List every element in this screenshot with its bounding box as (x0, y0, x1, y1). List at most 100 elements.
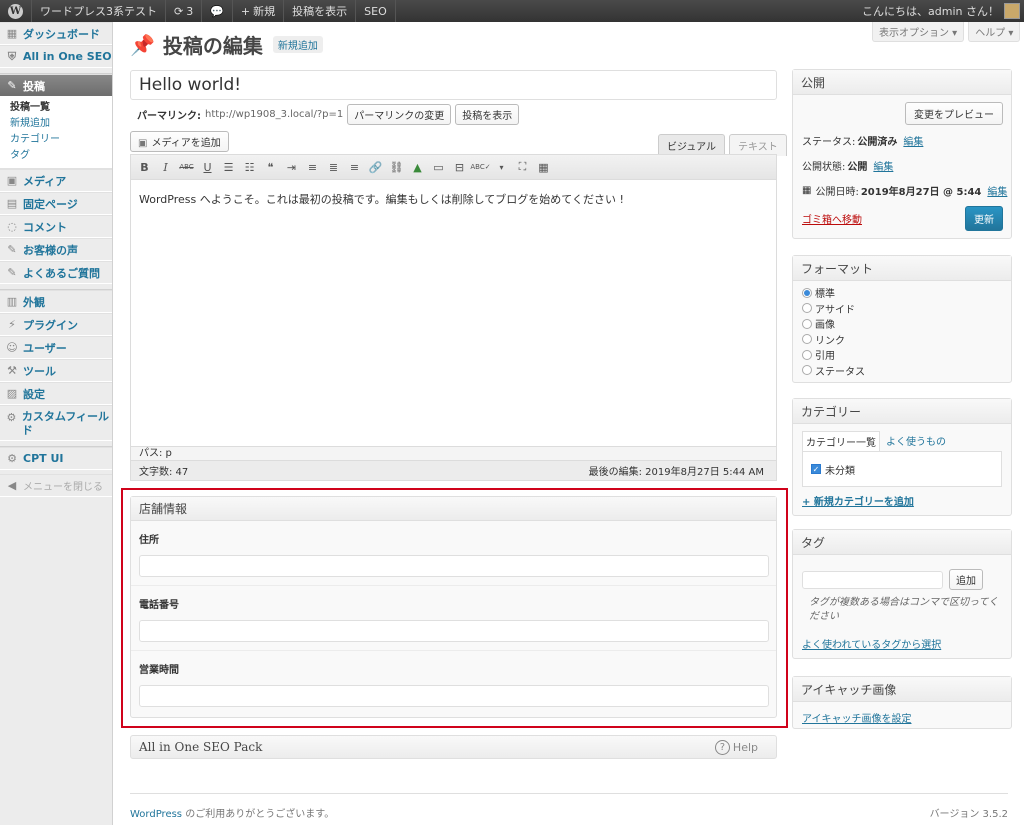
numbered-list-icon[interactable]: ☷ (241, 159, 258, 176)
unlink-icon[interactable]: ⛓ (388, 159, 405, 176)
kitchen-sink-icon[interactable]: ▦ (535, 159, 552, 176)
add-new-post-button[interactable]: 新規追加 (272, 36, 323, 53)
underline-icon[interactable]: U (199, 159, 216, 176)
change-permalink-button[interactable]: パーマリンクの変更 (347, 104, 452, 125)
page-break-icon[interactable]: ⊟ (451, 159, 468, 176)
submenu-tags[interactable]: タグ (10, 148, 112, 164)
format-option-aside[interactable]: アサイド (793, 301, 1011, 317)
post-title-input[interactable]: Hello world! (130, 70, 777, 100)
tags-title[interactable]: タグ (793, 530, 1011, 555)
radio[interactable] (802, 365, 812, 376)
format-option-image[interactable]: 画像 (793, 316, 1011, 332)
align-left-icon[interactable]: ≡ (304, 159, 321, 176)
sidebar-item-testimonials[interactable]: ✎ お客様の声 (0, 238, 112, 261)
collapse-menu-button[interactable]: ◀ メニューを閉じる (0, 474, 112, 497)
wordpress-logo-icon: W (8, 3, 23, 19)
choose-popular-tags-link[interactable]: よく使われているタグから選択 (802, 640, 941, 651)
view-post-button[interactable]: 投稿を表示 (455, 104, 520, 125)
sidebar-item-comments[interactable]: ◌ コメント (0, 215, 112, 238)
sidebar-item-faq[interactable]: ✎ よくあるご質問 (0, 261, 112, 284)
edit-status-link[interactable]: 編集 (903, 133, 923, 148)
tab-all-categories[interactable]: カテゴリー一覧 (802, 431, 880, 451)
sidebar-item-plugins[interactable]: ⚡ プラグイン (0, 313, 112, 336)
spellcheck-icon[interactable]: ABC✓ (470, 159, 490, 176)
add-new-category-link[interactable]: + 新規カテゴリーを追加 (802, 497, 914, 508)
my-account-link[interactable]: こんにちは、admin さん！ (854, 0, 1024, 22)
blockquote-icon[interactable]: ❝ (262, 159, 279, 176)
strikethrough-icon[interactable]: ABC (178, 159, 195, 176)
checkbox-checked[interactable]: ✓ (811, 464, 821, 474)
submenu-categories[interactable]: カテゴリー (10, 132, 112, 148)
radio[interactable] (802, 334, 812, 345)
sidebar-item-dashboard[interactable]: ▦ ダッシュボード (0, 22, 112, 45)
format-option-link[interactable]: リンク (793, 332, 1011, 348)
sidebar-item-tools[interactable]: ⚒ ツール (0, 359, 112, 382)
spellcheck-dropdown-icon[interactable]: ▾ (493, 159, 510, 176)
add-tag-button[interactable]: 追加 (949, 569, 983, 590)
seo-pack-box[interactable]: All in One SEO Pack ? Help (130, 735, 777, 759)
radio[interactable] (802, 318, 812, 329)
radio[interactable] (802, 303, 812, 314)
preview-changes-button[interactable]: 変更をプレビュー (905, 102, 1003, 125)
edit-visibility-link[interactable]: 編集 (873, 158, 893, 173)
seo-menu-link[interactable]: SEO (356, 0, 396, 22)
permalink-url[interactable]: http://wp1908_3.local/?p=1 (205, 109, 343, 120)
add-media-button[interactable]: ▣ メディアを追加 (130, 131, 229, 152)
tab-text[interactable]: テキスト (729, 134, 787, 156)
edit-date-link[interactable]: 編集 (987, 183, 1007, 198)
sidebar-item-all-in-one-seo[interactable]: ⛨ All in One SEO (0, 45, 112, 68)
category-title[interactable]: カテゴリー (793, 399, 1011, 424)
align-center-icon[interactable]: ≣ (325, 159, 342, 176)
sidebar-item-pages[interactable]: ▤ 固定ページ (0, 192, 112, 215)
italic-icon[interactable]: I (157, 159, 174, 176)
wp-logo-menu[interactable]: W (0, 0, 32, 22)
bold-icon[interactable]: B (136, 159, 153, 176)
indent-icon[interactable]: ⇥ (283, 159, 300, 176)
more-tag-icon[interactable]: ▭ (430, 159, 447, 176)
sidebar-item-cpt-ui[interactable]: ⚙ CPT UI (0, 447, 112, 470)
help-button[interactable]: ヘルプ ▾ (968, 22, 1021, 42)
post-editor: B I ABC U ☰ ☷ ❝ ⇥ ≡ ≣ ≡ 🔗 ⛓ ▲ ▭ ⊟ ABC✓ ▾… (130, 154, 777, 481)
sidebar-item-users[interactable]: ☺ ユーザー (0, 336, 112, 359)
seo-help-link[interactable]: ? Help (714, 739, 758, 755)
align-right-icon[interactable]: ≡ (346, 159, 363, 176)
submenu-all-posts[interactable]: 投稿一覧 (10, 100, 112, 116)
set-featured-image-link[interactable]: アイキャッチ画像を設定 (802, 714, 912, 725)
sidebar-item-media[interactable]: ▣ メディア (0, 169, 112, 192)
refresh-icon: ⟳ (174, 4, 184, 18)
radio[interactable] (802, 349, 812, 360)
updates-link[interactable]: ⟳ 3 (166, 0, 203, 22)
bullet-list-icon[interactable]: ☰ (220, 159, 237, 176)
format-option-status[interactable]: ステータス (793, 363, 1011, 379)
category-list: ✓ 未分類 (802, 451, 1002, 487)
submenu-add-new[interactable]: 新規追加 (10, 116, 112, 132)
format-option-standard[interactable]: 標準 (793, 285, 1011, 301)
new-content-link[interactable]: + 新規 (233, 0, 285, 22)
tag-input[interactable] (802, 570, 943, 589)
site-name-link[interactable]: ワードプレス3系テスト (32, 0, 166, 22)
category-tabs: カテゴリー一覧 よく使うもの (793, 424, 1011, 451)
screen-options-button[interactable]: 表示オプション ▾ (872, 22, 965, 42)
page-title: 投稿の編集 (162, 34, 263, 58)
radio-selected[interactable] (802, 287, 812, 298)
editor-content[interactable]: WordPress へようこそ。これは最初の投稿です。編集もしくは削除してブログ… (131, 180, 776, 446)
tab-visual[interactable]: ビジュアル (658, 134, 725, 156)
view-post-link[interactable]: 投稿を表示 (284, 0, 357, 22)
update-button[interactable]: 更新 (965, 206, 1003, 231)
move-to-trash-link[interactable]: ゴミ箱へ移動 (802, 211, 862, 226)
shield-icon: ⛨ (7, 49, 17, 63)
wordpress-link[interactable]: WordPress (130, 809, 182, 820)
comments-link[interactable]: 💬 (202, 0, 233, 22)
image-icon[interactable]: ▲ (409, 159, 426, 176)
publish-title[interactable]: 公開 (793, 70, 1011, 95)
sidebar-item-appearance[interactable]: ▥ 外観 (0, 290, 112, 313)
link-icon[interactable]: 🔗 (367, 159, 384, 176)
sidebar-item-posts[interactable]: ✎ 投稿 (0, 74, 112, 97)
format-title[interactable]: フォーマット (793, 256, 1011, 281)
fullscreen-icon[interactable]: ⛶ (514, 159, 531, 176)
sidebar-item-custom-fields[interactable]: ⚙ カスタムフィールド (0, 405, 112, 441)
format-option-quote[interactable]: 引用 (793, 347, 1011, 363)
tab-popular-categories[interactable]: よく使うもの (880, 431, 952, 451)
sidebar-item-settings[interactable]: ▨ 設定 (0, 382, 112, 405)
featured-image-title[interactable]: アイキャッチ画像 (793, 677, 1011, 702)
